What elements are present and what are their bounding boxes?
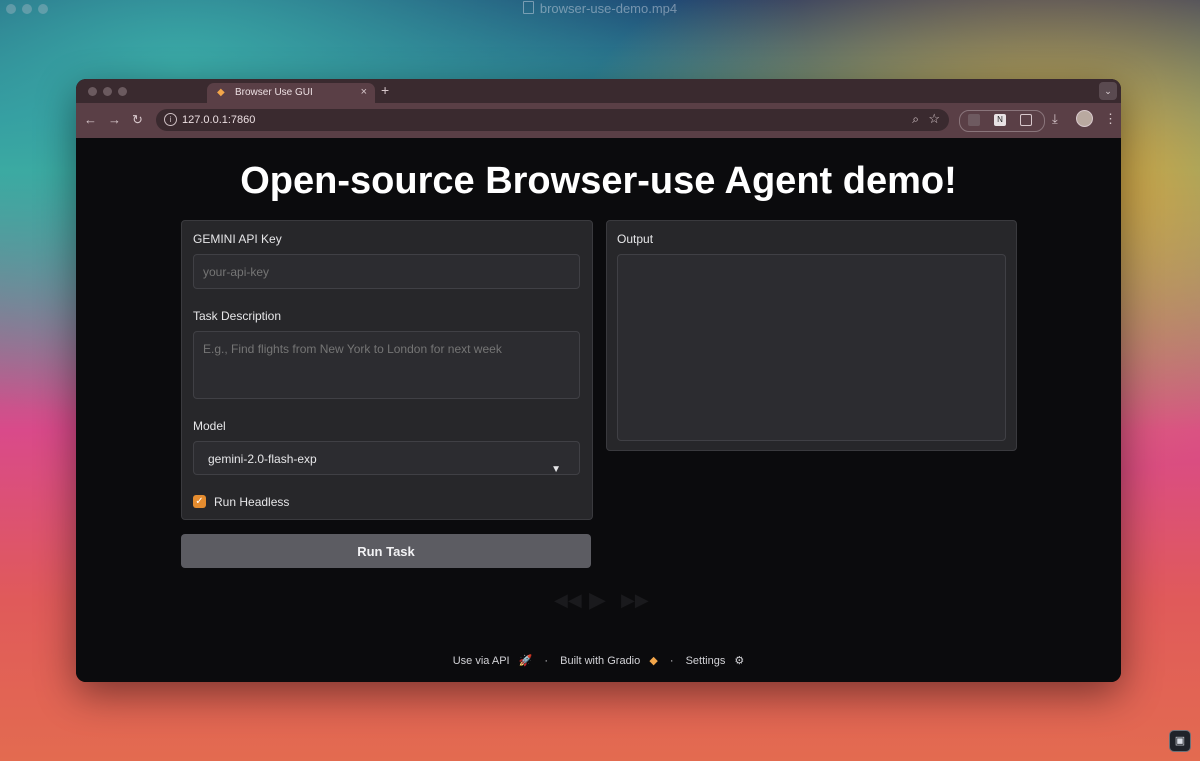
run-task-button[interactable]: Run Task bbox=[181, 534, 591, 568]
task-description-label: Task Description bbox=[193, 309, 282, 323]
navigation-bar: ← → ↻ i 127.0.0.1:7860 ⌕ ☆ N ⤓ ⋮ bbox=[76, 103, 1121, 138]
desktop-window-title-text: browser-use-demo.mp4 bbox=[539, 1, 678, 16]
document-icon bbox=[522, 1, 534, 14]
play-icon: ▶ bbox=[589, 587, 606, 612]
address-bar[interactable]: i 127.0.0.1:7860 ⌕ ☆ bbox=[156, 109, 949, 131]
extensions-group: N bbox=[959, 110, 1045, 132]
settings-text: Settings bbox=[685, 655, 726, 667]
use-via-api-text: Use via API bbox=[452, 655, 510, 667]
tab-search-button[interactable]: ⌄ bbox=[1099, 82, 1117, 100]
fast-forward-icon: ▶▶ bbox=[621, 590, 649, 610]
settings-link[interactable]: Settings ⚙ bbox=[683, 655, 748, 667]
rewind-icon: ◀◀ bbox=[554, 590, 582, 610]
run-headless-checkbox[interactable]: ✓ bbox=[193, 495, 206, 508]
zoom-icon[interactable]: ⌕ bbox=[912, 112, 919, 127]
browser-close-dot[interactable] bbox=[88, 87, 97, 96]
tab-browser-use-gui[interactable]: ◆ Browser Use GUI × bbox=[207, 83, 375, 103]
new-tab-button[interactable]: + bbox=[381, 82, 389, 98]
api-key-label: GEMINI API Key bbox=[193, 232, 282, 246]
profile-avatar[interactable] bbox=[1076, 110, 1093, 127]
site-info-icon[interactable]: i bbox=[164, 113, 177, 126]
use-via-api-link[interactable]: Use via API 🚀 bbox=[450, 655, 536, 667]
footer: Use via API 🚀 · Built with Gradio ◆ · Se… bbox=[76, 654, 1121, 667]
notion-extension-icon[interactable]: N bbox=[994, 114, 1006, 126]
model-label: Model bbox=[193, 419, 226, 433]
model-selected-value: gemini-2.0-flash-exp bbox=[208, 452, 317, 466]
built-with-gradio-link[interactable]: Built with Gradio ◆ bbox=[557, 655, 661, 667]
tab-title: Browser Use GUI bbox=[235, 87, 313, 98]
browser-zoom-dot[interactable] bbox=[118, 87, 127, 96]
output-label: Output bbox=[617, 232, 654, 246]
download-icon[interactable]: ⤓ bbox=[1052, 111, 1058, 127]
api-key-input[interactable] bbox=[193, 254, 580, 289]
tab-bar: ◆ Browser Use GUI × + ⌄ bbox=[76, 79, 1121, 103]
rocket-icon: 🚀 bbox=[518, 655, 533, 667]
browser-minimize-dot[interactable] bbox=[103, 87, 112, 96]
menu-icon[interactable]: ⋮ bbox=[1104, 111, 1117, 127]
bookmark-star-icon[interactable]: ☆ bbox=[928, 111, 940, 127]
extension-1-icon[interactable] bbox=[968, 114, 980, 126]
gradio-logo-icon: ◆ bbox=[217, 87, 225, 98]
built-with-gradio-text: Built with Gradio bbox=[560, 655, 641, 667]
page-title: Open-source Browser-use Agent demo! bbox=[240, 160, 957, 202]
gradio-logo-icon: ◆ bbox=[649, 655, 658, 667]
input-panel: GEMINI API Key Task Description Model ge… bbox=[181, 220, 593, 520]
back-icon[interactable]: ← bbox=[84, 112, 97, 128]
gear-icon: ⚙ bbox=[734, 655, 745, 667]
reload-icon[interactable]: ↻ bbox=[132, 112, 143, 128]
forward-icon[interactable]: → bbox=[108, 112, 121, 128]
task-description-input[interactable] bbox=[193, 331, 580, 399]
run-headless-label[interactable]: Run Headless bbox=[214, 495, 289, 509]
footer-separator: · bbox=[669, 655, 674, 667]
gradio-app: Open-source Browser-use Agent demo! GEMI… bbox=[76, 138, 1121, 682]
puzzle-extension-icon[interactable] bbox=[1020, 114, 1032, 126]
chevron-down-icon: ▼ bbox=[551, 464, 561, 475]
output-panel: Output bbox=[606, 220, 1017, 451]
url-text[interactable]: 127.0.0.1:7860 bbox=[182, 114, 255, 126]
browser-window: ◆ Browser Use GUI × + ⌄ ← → ↻ i 127.0.0.… bbox=[76, 79, 1121, 682]
tab-close-icon[interactable]: × bbox=[361, 86, 367, 98]
footer-separator: · bbox=[544, 655, 549, 667]
desktop-window-title: browser-use-demo.mp4 bbox=[0, 0, 1200, 20]
model-dropdown[interactable]: gemini-2.0-flash-exp ▼ bbox=[193, 441, 580, 475]
output-textbox[interactable] bbox=[617, 254, 1006, 441]
screen-capture-icon[interactable]: ▣ bbox=[1169, 730, 1191, 752]
